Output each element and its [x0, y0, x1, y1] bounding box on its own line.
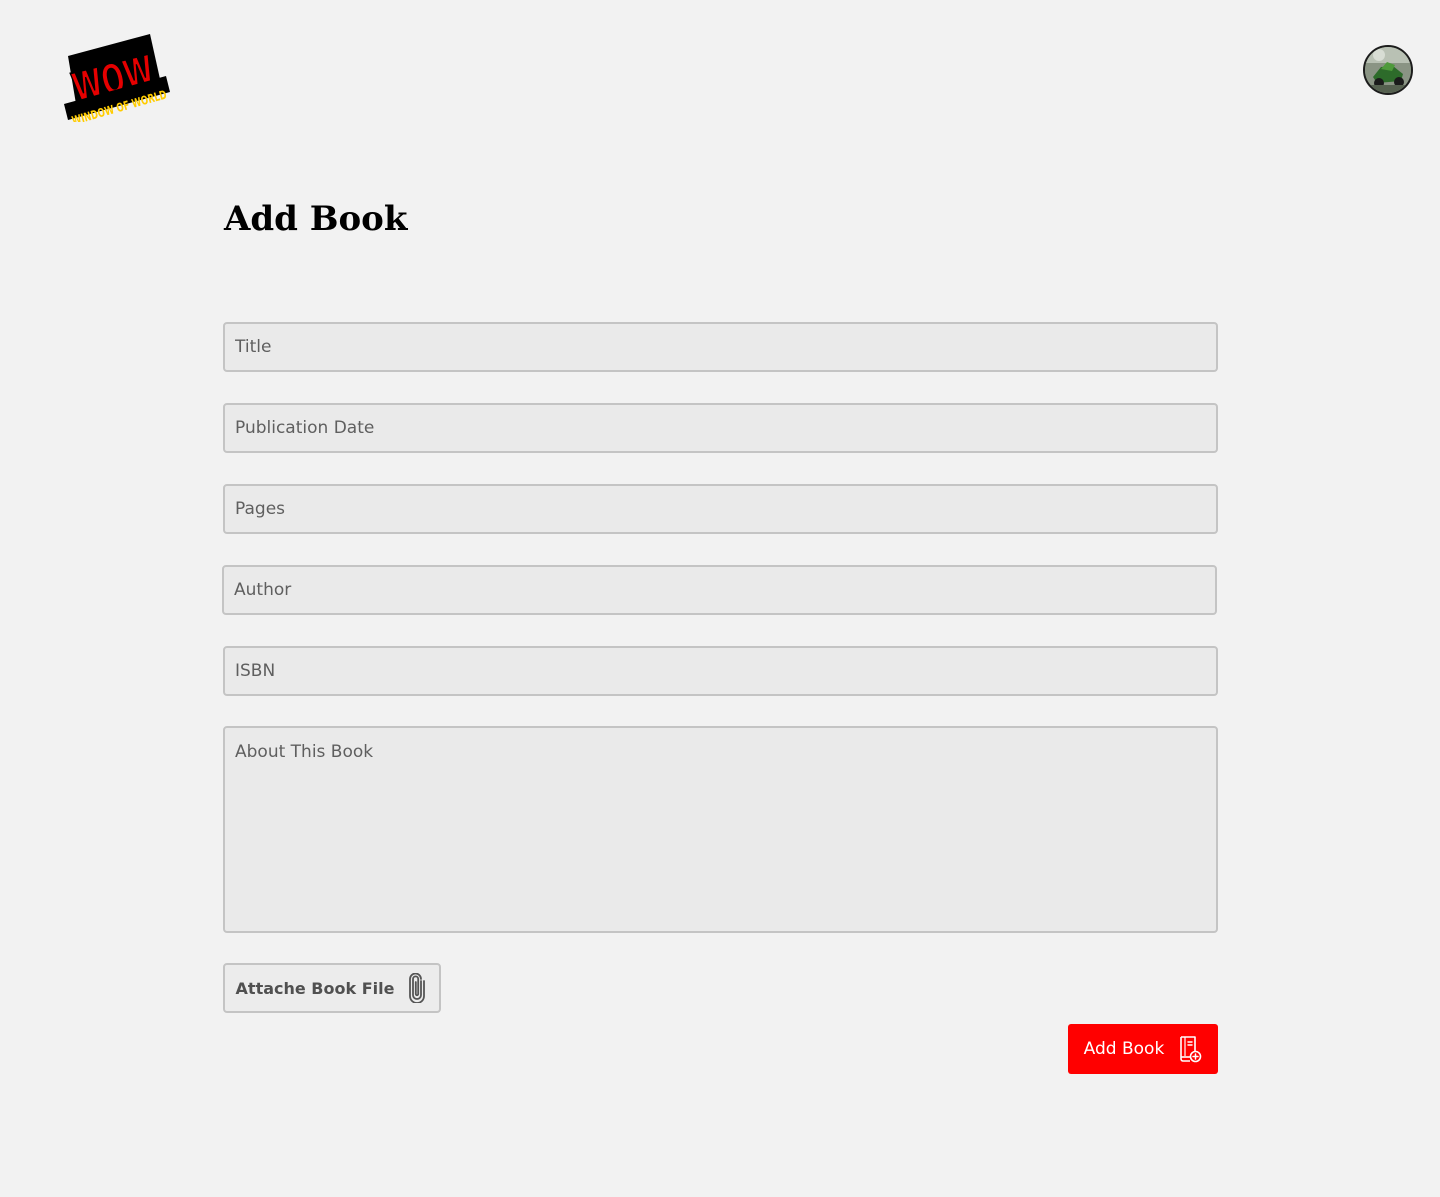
about-book-textarea[interactable]: [223, 726, 1218, 933]
wow-logo-image: WOW WINDOW OF WORLD: [64, 34, 170, 128]
attach-book-file-label: Attache Book File: [235, 978, 395, 998]
pages-input[interactable]: [223, 484, 1218, 534]
paperclip-icon: [409, 973, 426, 1003]
avatar-image: [1365, 47, 1411, 93]
add-book-label: Add Book: [1083, 1039, 1165, 1059]
publication-date-input[interactable]: [223, 403, 1218, 453]
isbn-input[interactable]: [223, 646, 1218, 696]
add-book-button[interactable]: Add Book: [1068, 1024, 1218, 1074]
book-add-icon: [1180, 1036, 1202, 1063]
wow-logo[interactable]: WOW WINDOW OF WORLD: [62, 30, 174, 128]
author-input[interactable]: [222, 565, 1217, 615]
attach-book-file-button[interactable]: Attache Book File: [223, 963, 441, 1013]
page-title: Add Book: [224, 199, 408, 239]
title-input[interactable]: [223, 322, 1218, 372]
user-avatar[interactable]: [1363, 45, 1413, 95]
